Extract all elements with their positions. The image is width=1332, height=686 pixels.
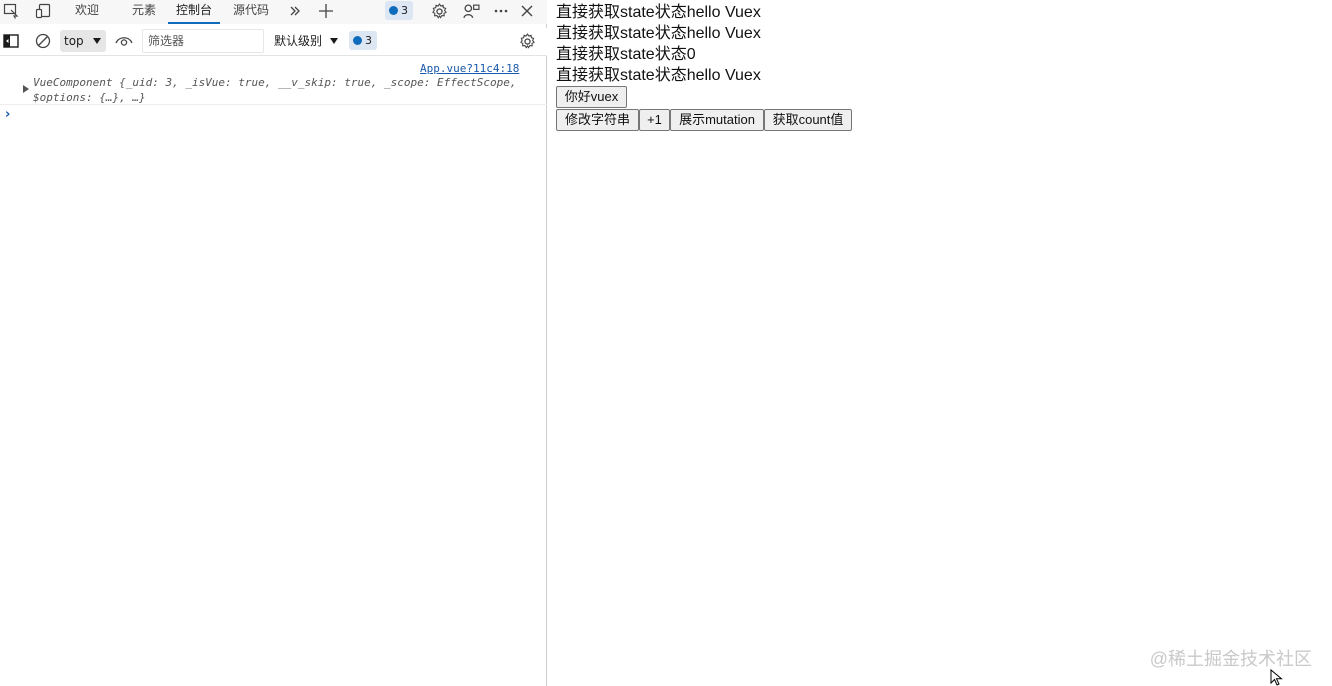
plus-one-button[interactable]: +1 xyxy=(639,109,670,131)
expand-arrow-icon[interactable] xyxy=(23,85,29,93)
tab-console[interactable]: 控制台 xyxy=(168,0,221,24)
state-text: 直接获取state状态hello Vuex xyxy=(556,4,761,21)
add-tab-icon[interactable] xyxy=(315,1,337,21)
devtools-panel: 欢迎 元素 控制台 源代码 3 top 筛选器 默认级别 3 App.vue?1… xyxy=(0,0,547,686)
show-mutation-button[interactable]: 展示mutation xyxy=(670,109,764,131)
chevron-down-icon xyxy=(330,38,338,44)
chevron-down-icon xyxy=(93,38,101,44)
modify-string-button[interactable]: 修改字符串 xyxy=(556,109,639,131)
more-options-icon[interactable] xyxy=(490,1,512,21)
issues-icon xyxy=(389,6,398,15)
page-viewport: 直接获取state状态hello Vuex 直接获取state状态hello V… xyxy=(548,0,1332,686)
devtools-tab-bar: 欢迎 元素 控制台 源代码 3 xyxy=(0,0,547,24)
tab-sources[interactable]: 源代码 xyxy=(225,0,277,24)
close-icon[interactable] xyxy=(516,1,538,21)
object-preview[interactable]: VueComponent {_uid: 3, _isVue: true, __v… xyxy=(33,75,533,105)
sidebar-toggle-icon[interactable] xyxy=(0,31,22,51)
settings-gear-icon[interactable] xyxy=(428,1,450,21)
state-text: 直接获取state状态0 xyxy=(556,46,696,63)
device-emulation-icon[interactable] xyxy=(32,1,54,21)
get-count-button[interactable]: 获取count值 xyxy=(764,109,852,131)
console-prompt-icon[interactable]: › xyxy=(5,107,10,122)
toolbar-issues-badge[interactable]: 3 xyxy=(349,31,377,50)
toolbar-issues-count: 3 xyxy=(365,34,372,47)
console-toolbar: top 默认级别 3 xyxy=(0,28,547,56)
clear-console-icon[interactable] xyxy=(32,31,54,51)
state-text: 直接获取state状态hello Vuex xyxy=(556,25,761,42)
issues-badge[interactable]: 3 xyxy=(385,1,413,20)
watermark: @稀土掘金技术社区 xyxy=(1149,649,1312,669)
context-select[interactable]: top xyxy=(60,30,106,52)
mouse-cursor-icon xyxy=(1270,668,1284,686)
log-level-value: 默认级别 xyxy=(274,34,323,48)
state-text: 直接获取state状态hello Vuex xyxy=(556,67,761,84)
more-tabs-icon[interactable] xyxy=(284,1,306,21)
hello-vuex-button[interactable]: 你好vuex xyxy=(556,86,627,108)
context-select-value: top xyxy=(64,34,84,48)
tab-elements[interactable]: 元素 xyxy=(124,0,164,24)
live-expression-eye-icon[interactable] xyxy=(113,31,135,51)
tab-welcome[interactable]: 欢迎 xyxy=(67,0,107,24)
console-settings-gear-icon[interactable] xyxy=(516,31,538,51)
console-message: App.vue?11c4:18 VueComponent {_uid: 3, _… xyxy=(0,58,547,105)
issues-count: 3 xyxy=(401,4,408,17)
inspect-element-icon[interactable] xyxy=(0,1,22,21)
issues-icon xyxy=(353,36,362,45)
connection-icon[interactable] xyxy=(460,1,482,21)
filter-input[interactable] xyxy=(142,29,264,53)
source-link[interactable]: App.vue?11c4:18 xyxy=(420,62,519,75)
log-level-select[interactable]: 默认级别 xyxy=(268,30,342,52)
